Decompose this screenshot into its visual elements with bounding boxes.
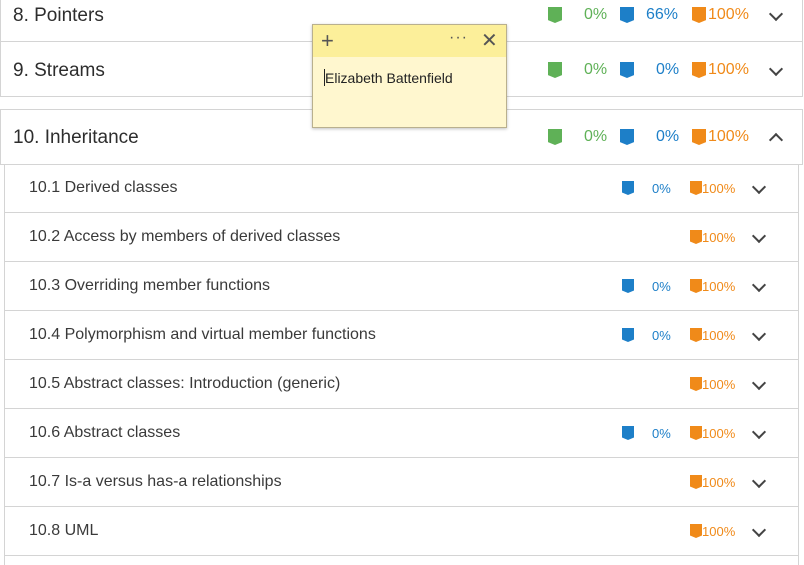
chevron-down-icon[interactable] <box>751 277 767 293</box>
participation-percent: 0% <box>584 61 608 78</box>
lab-icon <box>692 62 706 78</box>
section-row[interactable]: 10.5 Abstract classes: Introduction (gen… <box>5 360 798 409</box>
section-title: 10.2 Access by members of derived classe… <box>29 228 341 245</box>
challenge-icon <box>620 7 634 23</box>
chevron-down-icon[interactable] <box>768 6 784 22</box>
lab-icon <box>690 181 702 195</box>
participation-icon <box>548 62 562 78</box>
challenge-percent: 0% <box>652 328 671 343</box>
section-title: 10.6 Abstract classes <box>29 424 181 441</box>
section-row[interactable]: 10.7 Is-a versus has-a relationships 100… <box>5 458 798 507</box>
lab-percent: 100% <box>702 524 736 539</box>
challenge-icon <box>622 279 634 293</box>
challenge-percent: 0% <box>656 61 680 78</box>
sticky-note[interactable]: + ··· ✕ Elizabeth Battenfield <box>312 24 507 128</box>
lab-icon <box>690 328 702 342</box>
lab-percent: 100% <box>708 61 749 78</box>
section-row[interactable]: 10.4 Polymorphism and virtual member fun… <box>5 311 798 360</box>
chevron-down-icon[interactable] <box>751 473 767 489</box>
lab-icon <box>690 426 702 440</box>
section-title: 10.8 UML <box>29 522 99 539</box>
challenge-icon <box>622 328 634 342</box>
close-icon[interactable]: ✕ <box>481 28 498 53</box>
section-row[interactable]: 10.3 Overriding member functions 0% 100% <box>5 262 798 311</box>
section-title: 10.1 Derived classes <box>29 179 178 196</box>
challenge-icon <box>620 62 634 78</box>
lab-percent: 100% <box>702 328 736 343</box>
sticky-note-titlebar[interactable]: + ··· ✕ <box>313 25 506 57</box>
lab-icon <box>692 7 706 23</box>
participation-percent: 0% <box>584 128 608 145</box>
section-title: 10.3 Overriding member functions <box>29 277 270 294</box>
lab-percent: 100% <box>702 279 736 294</box>
menu-icon[interactable]: ··· <box>449 29 468 47</box>
lab-percent: 100% <box>702 475 736 490</box>
new-note-icon[interactable]: + <box>321 28 334 54</box>
chapter-title: 9. Streams <box>13 60 105 81</box>
chevron-up-icon[interactable] <box>768 132 784 148</box>
participation-icon <box>548 7 562 23</box>
lab-icon <box>690 279 702 293</box>
lab-percent: 100% <box>702 377 736 392</box>
section-list: 10.1 Derived classes 0% 100% 10.2 Access… <box>4 164 799 565</box>
sticky-note-text[interactable]: Elizabeth Battenfield <box>325 70 453 86</box>
challenge-icon <box>622 181 634 195</box>
lab-percent: 100% <box>708 6 749 23</box>
challenge-percent: 66% <box>646 6 679 23</box>
lab-percent: 100% <box>702 426 736 441</box>
lab-icon <box>690 475 702 489</box>
challenge-percent: 0% <box>652 426 671 441</box>
chapter-title: 8. Pointers <box>13 5 104 26</box>
section-row[interactable]: 10.2 Access by members of derived classe… <box>5 213 798 262</box>
section-row[interactable]: 10.1 Derived classes 0% 100% <box>5 164 798 213</box>
challenge-percent: 0% <box>656 128 680 145</box>
challenge-icon <box>622 426 634 440</box>
chapter-title: 10. Inheritance <box>13 127 139 148</box>
section-title: 10.5 Abstract classes: Introduction (gen… <box>29 375 341 392</box>
chevron-down-icon[interactable] <box>751 375 767 391</box>
participation-percent: 0% <box>584 6 608 23</box>
challenge-icon <box>620 129 634 145</box>
chevron-down-icon[interactable] <box>751 522 767 538</box>
challenge-percent: 0% <box>652 279 671 294</box>
lab-percent: 100% <box>708 128 749 145</box>
lab-icon <box>690 524 702 538</box>
lab-percent: 100% <box>702 181 736 196</box>
chevron-down-icon[interactable] <box>751 424 767 440</box>
chevron-down-icon[interactable] <box>751 228 767 244</box>
participation-icon <box>548 129 562 145</box>
lab-icon <box>690 377 702 391</box>
chevron-down-icon[interactable] <box>751 179 767 195</box>
section-title: 10.4 Polymorphism and virtual member fun… <box>29 326 376 343</box>
challenge-percent: 0% <box>652 181 671 196</box>
chevron-down-icon[interactable] <box>768 61 784 77</box>
chevron-down-icon[interactable] <box>751 326 767 342</box>
lab-icon <box>692 129 706 145</box>
lab-percent: 100% <box>702 230 736 245</box>
section-row[interactable]: 10.8 UML 100% <box>5 507 798 556</box>
lab-icon <box>690 230 702 244</box>
section-title: 10.7 Is-a versus has-a relationships <box>29 473 282 490</box>
section-row[interactable]: 10.6 Abstract classes 0% 100% <box>5 409 798 458</box>
